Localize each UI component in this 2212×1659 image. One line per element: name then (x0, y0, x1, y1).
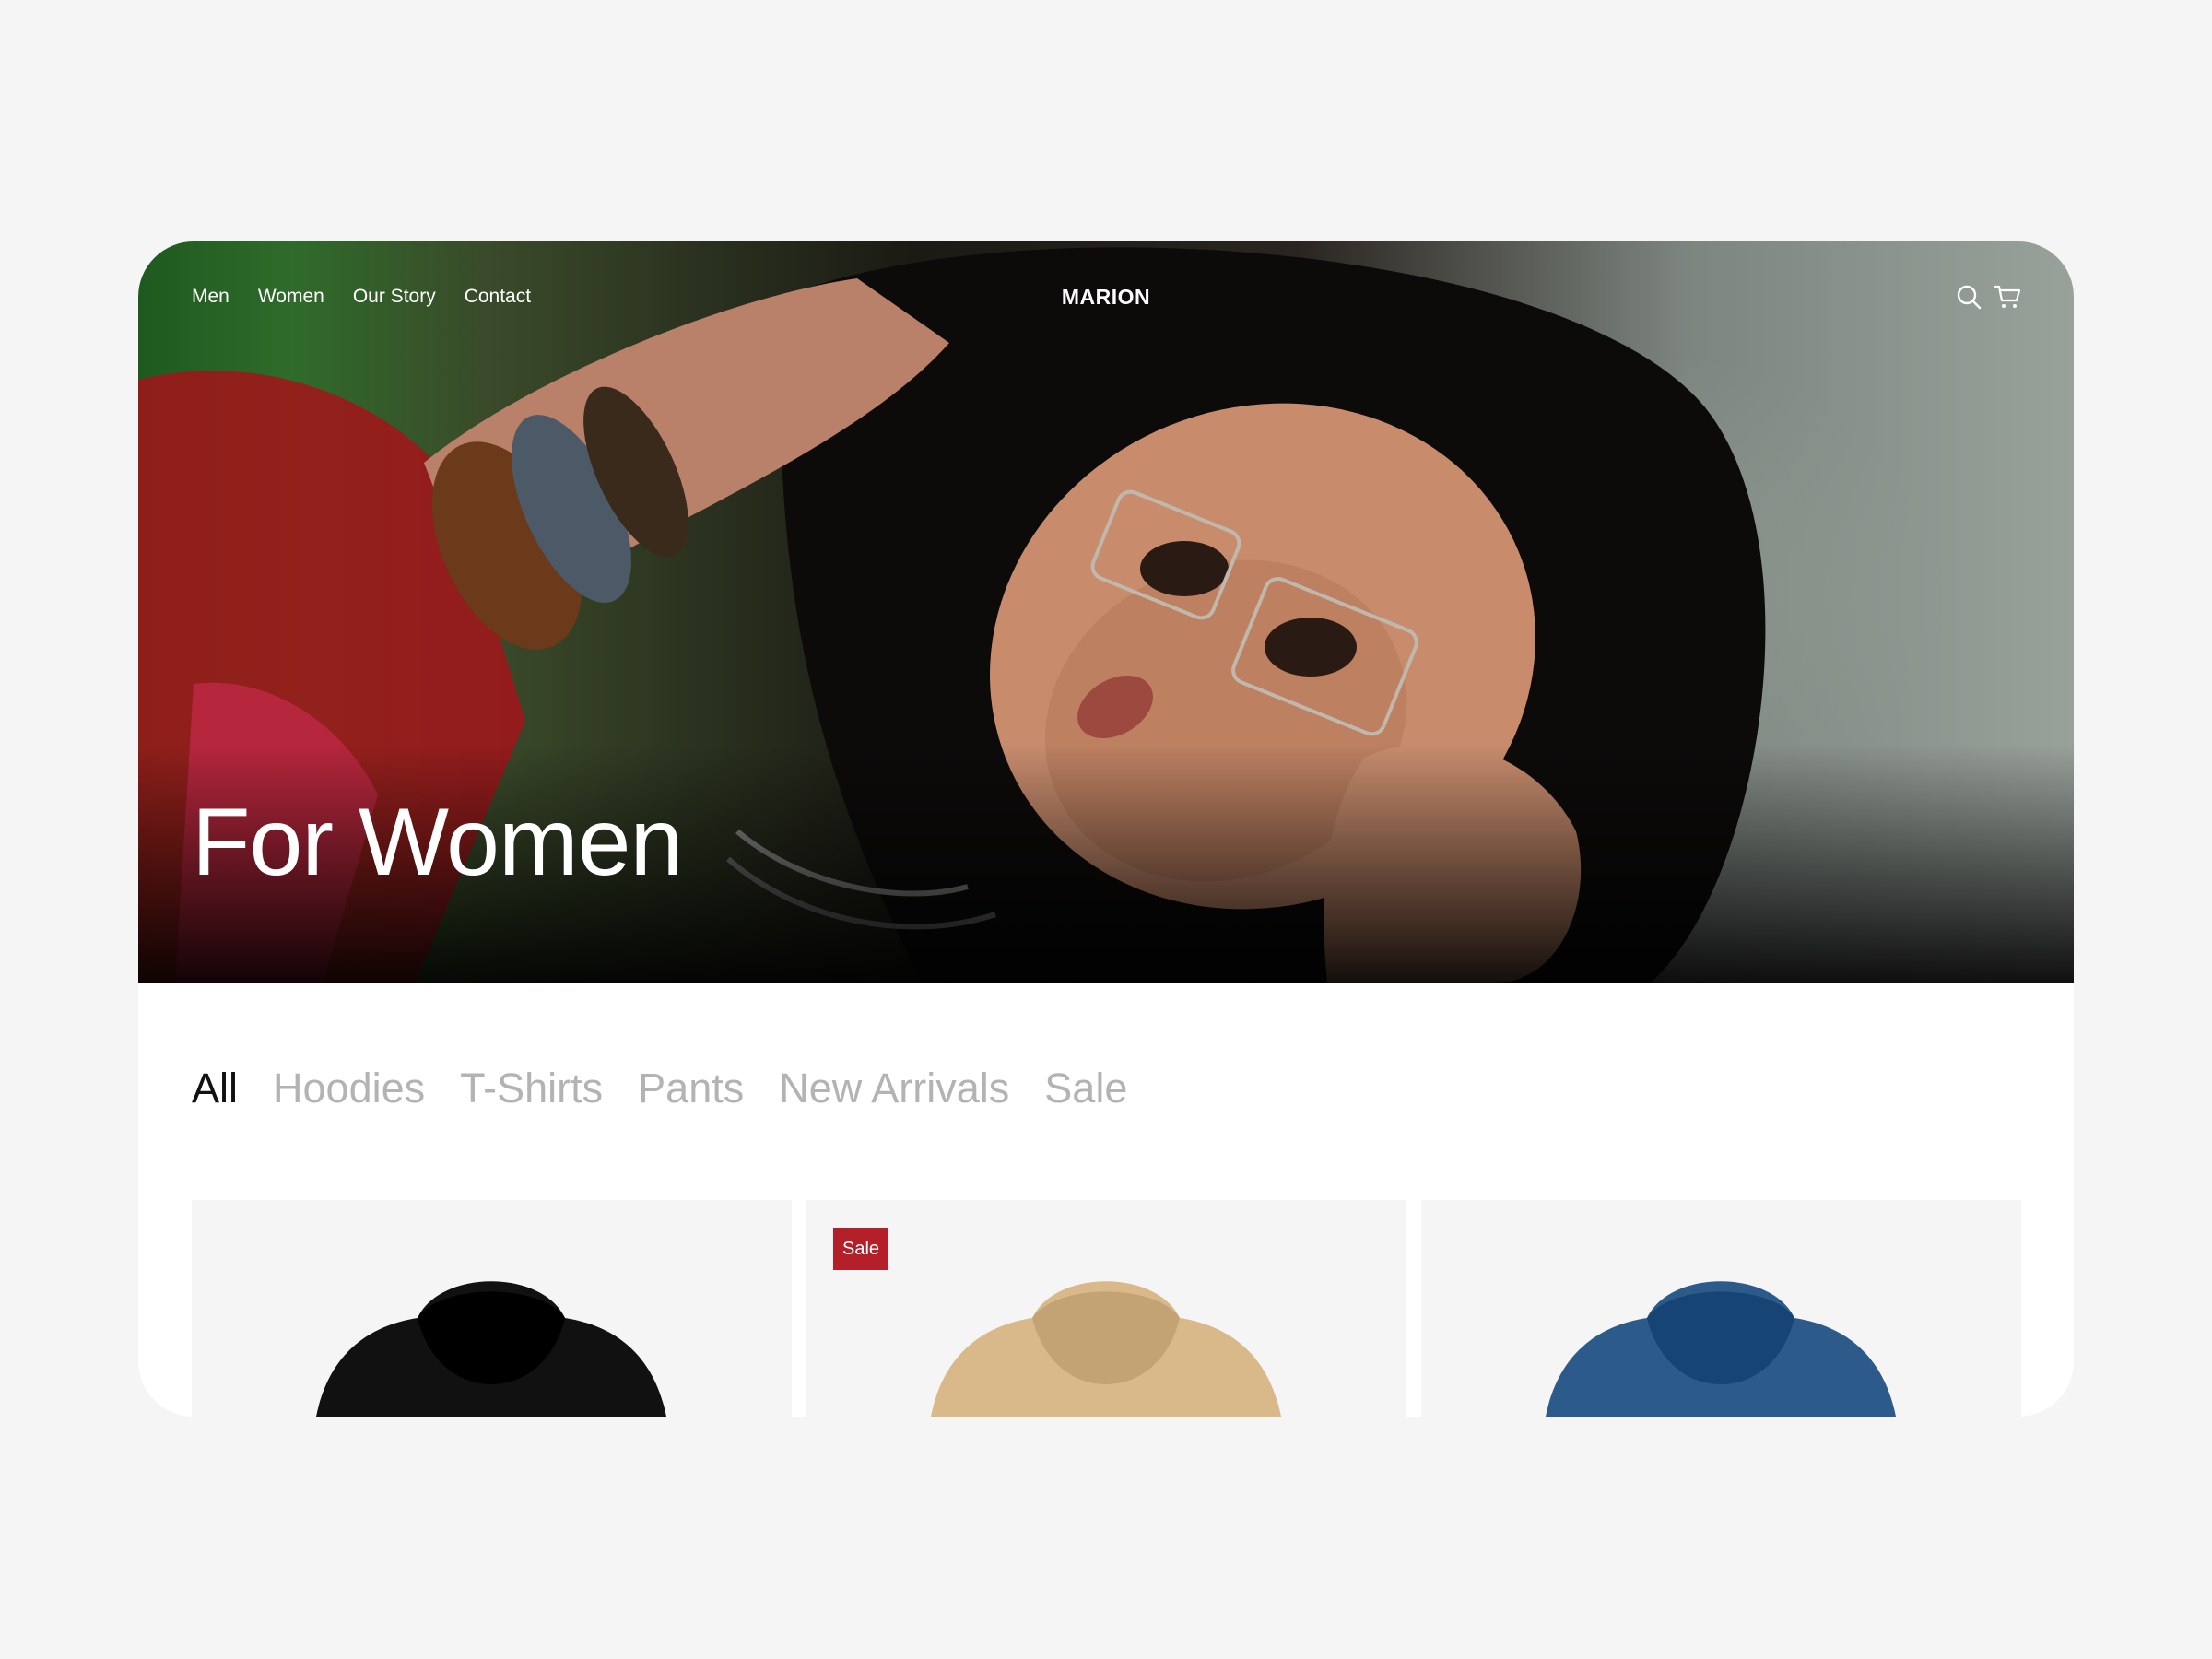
brand-logo[interactable]: MARION (138, 267, 2074, 326)
tab-new-arrivals[interactable]: New Arrivals (779, 1067, 1009, 1109)
tab-sale[interactable]: Sale (1044, 1067, 1127, 1109)
sale-badge: Sale (833, 1228, 889, 1270)
tab-t-shirts[interactable]: T-Shirts (460, 1067, 603, 1109)
product-grid: Sale (192, 1200, 2021, 1417)
product-card[interactable]: Sale (806, 1200, 1406, 1417)
search-icon[interactable] (1954, 282, 1983, 312)
tab-all[interactable]: All (192, 1067, 238, 1109)
product-card[interactable] (192, 1200, 792, 1417)
cart-icon[interactable] (1993, 282, 2022, 312)
hoodie-image (316, 1281, 666, 1417)
tab-hoodies[interactable]: Hoodies (273, 1067, 425, 1109)
hero-banner: Men Women Our Story Contact MARION For W… (138, 241, 2074, 983)
storefront-window: Men Women Our Story Contact MARION For W… (138, 241, 2074, 1417)
tab-pants[interactable]: Pants (638, 1067, 744, 1109)
hero-title: For Women (192, 789, 683, 896)
category-tabs: All Hoodies T-Shirts Pants New Arrivals … (192, 1067, 1127, 1109)
hoodie-image (931, 1281, 1281, 1417)
header-actions (1954, 282, 2022, 312)
product-card[interactable] (1421, 1200, 2021, 1417)
hoodie-image (1546, 1281, 1896, 1417)
